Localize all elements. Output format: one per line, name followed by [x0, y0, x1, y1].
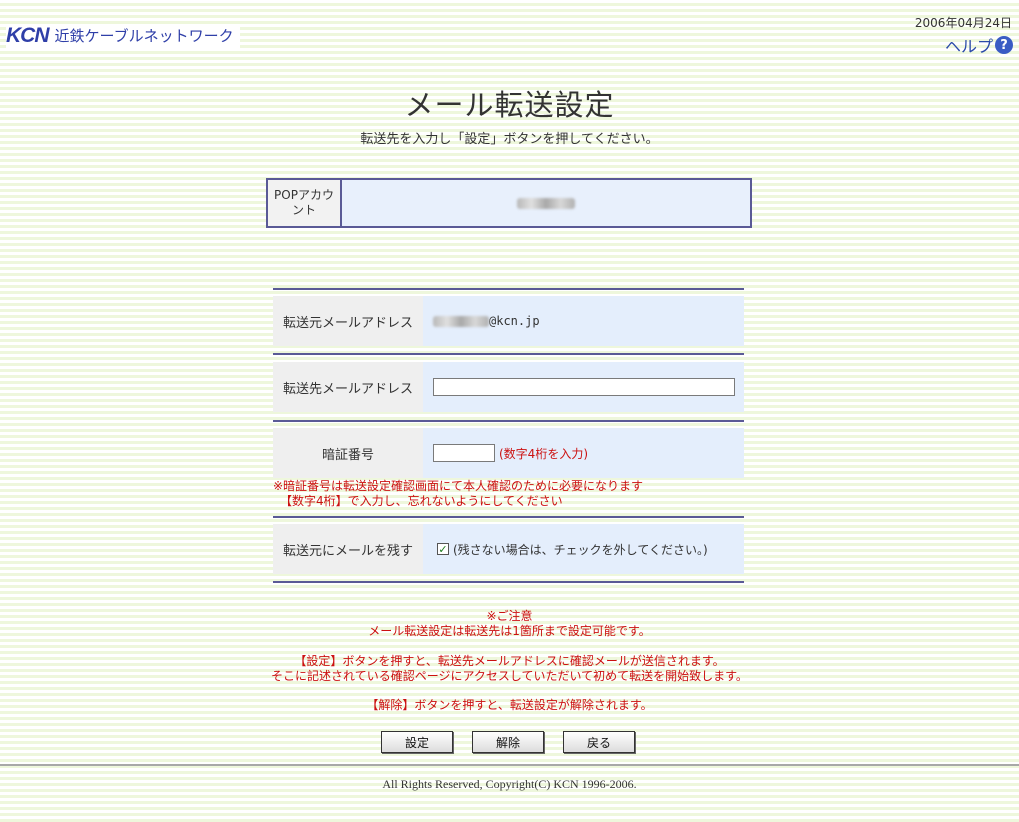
- notice-line: メール転送設定は転送先は1箇所まで設定可能です。: [368, 624, 651, 638]
- help-label: ヘルプ: [944, 37, 993, 56]
- keep-mail-label: 転送元にメールを残す: [273, 524, 423, 574]
- keep-mail-text: (残さない場合は、チェックを外してください。): [453, 542, 708, 557]
- page-instruction: 転送先を入力し「設定」ボタンを押してください。: [360, 132, 659, 147]
- logo-company-name: 近鉄ケーブルネットワーク: [54, 27, 234, 45]
- destination-address-row: 転送先メールアドレス: [273, 362, 744, 412]
- divider: [273, 288, 744, 290]
- footer-divider: [0, 764, 1019, 766]
- pin-label: 暗証番号: [273, 428, 423, 478]
- pin-row: 暗証番号 (数字4桁を入力): [273, 428, 744, 478]
- divider: [273, 353, 744, 355]
- pin-input[interactable]: [433, 444, 495, 462]
- page-title: メール転送設定: [404, 88, 615, 122]
- notice-line: そこに記述されている確認ページにアクセスしていただいて初めて転送を開始致します。: [271, 669, 748, 683]
- pin-hint: (数字4桁を入力): [499, 446, 588, 461]
- redacted-account-name: [517, 197, 575, 209]
- cancel-forwarding-button[interactable]: 解除: [472, 731, 544, 753]
- pop-account-label: POPアカウント: [268, 180, 342, 226]
- divider: [273, 420, 744, 422]
- current-date: 2006年04月24日: [914, 16, 1012, 30]
- source-address-domain: @kcn.jp: [489, 314, 540, 328]
- back-button[interactable]: 戻る: [563, 731, 635, 753]
- destination-address-label: 転送先メールアドレス: [273, 362, 423, 412]
- notice-line: 【設定】ボタンを押すと、転送先メールアドレスに確認メールが送信されます。: [294, 654, 725, 668]
- source-address-value: @kcn.jp: [423, 296, 744, 346]
- pop-account-table: POPアカウント: [266, 178, 752, 228]
- set-button[interactable]: 設定: [381, 731, 453, 753]
- copyright: All Rights Reserved, Copyright(C) KCN 19…: [382, 777, 637, 791]
- keep-mail-checkbox[interactable]: ✓: [437, 543, 449, 556]
- notice-line: 【解除】ボタンを押すと、転送設定が解除されます。: [366, 698, 653, 712]
- help-question-icon: ?: [995, 36, 1013, 54]
- pop-account-value: [342, 180, 750, 226]
- kcn-logo: KCN 近鉄ケーブルネットワーク: [6, 24, 240, 48]
- pin-note: ※暗証番号は転送設定確認画面にて本人確認のために必要になります 【数字4桁】で入…: [273, 479, 644, 508]
- destination-email-input[interactable]: [433, 378, 735, 396]
- divider: [273, 581, 744, 583]
- redacted-source-user: [433, 315, 489, 327]
- keep-mail-row: 転送元にメールを残す ✓ (残さない場合は、チェックを外してください。): [273, 524, 744, 574]
- help-link[interactable]: ヘルプ ?: [945, 33, 1013, 57]
- source-address-row: 転送元メールアドレス @kcn.jp: [273, 296, 744, 346]
- notice-heading: ※ご注意: [486, 609, 533, 623]
- source-address-label: 転送元メールアドレス: [273, 296, 423, 346]
- divider: [273, 516, 744, 518]
- logo-mark: KCN: [6, 24, 49, 47]
